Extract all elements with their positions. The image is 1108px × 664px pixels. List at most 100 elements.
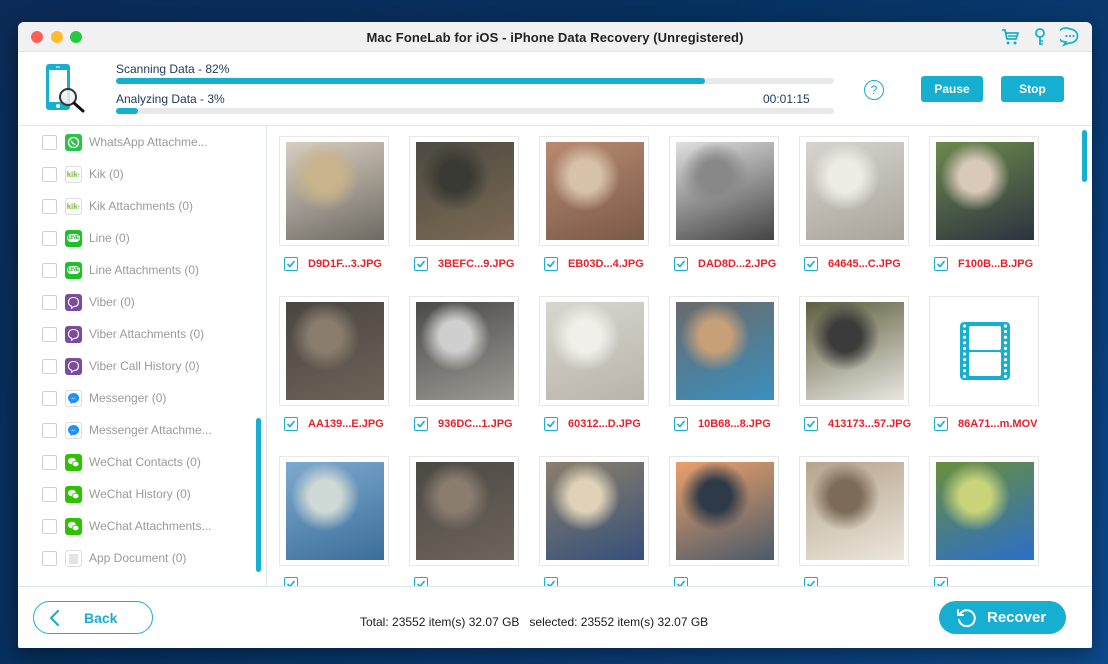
file-checkbox[interactable] bbox=[804, 257, 818, 271]
photo-thumbnail[interactable] bbox=[799, 136, 909, 246]
title-bar: Mac FoneLab for iOS - iPhone Data Recove… bbox=[18, 22, 1092, 52]
scanning-label: Scanning Data - 82% bbox=[116, 62, 230, 76]
file-checkbox[interactable] bbox=[544, 417, 558, 431]
file-checkbox[interactable] bbox=[284, 577, 298, 586]
sidebar-item[interactable]: kik· Kik (0) bbox=[42, 163, 124, 185]
stop-button[interactable]: Stop bbox=[1001, 76, 1064, 102]
sidebar-item-checkbox[interactable] bbox=[42, 326, 57, 342]
line-icon: LINE bbox=[65, 229, 82, 247]
sidebar-item-checkbox[interactable] bbox=[42, 294, 57, 310]
photo-thumbnail[interactable] bbox=[409, 136, 519, 246]
sidebar-item-checkbox[interactable] bbox=[42, 198, 57, 214]
file-item bbox=[544, 577, 568, 586]
photo-thumbnail[interactable] bbox=[279, 296, 389, 406]
wechat-icon bbox=[65, 517, 82, 535]
sidebar-item-checkbox[interactable] bbox=[42, 454, 57, 470]
sidebar-item[interactable]: WeChat History (0) bbox=[42, 483, 191, 505]
grid-scrollbar[interactable] bbox=[1082, 130, 1087, 182]
sidebar-item-checkbox[interactable] bbox=[42, 550, 57, 566]
sidebar-item-checkbox[interactable] bbox=[42, 518, 57, 534]
photo-thumbnail[interactable] bbox=[539, 296, 649, 406]
line-icon: LINE bbox=[65, 261, 82, 279]
sidebar-item[interactable]: Messenger Attachme... bbox=[42, 419, 212, 441]
photo-image bbox=[546, 302, 644, 400]
category-sidebar: WhatsApp Attachme... kik· Kik (0) kik· Kik A… bbox=[18, 126, 267, 586]
sidebar-item[interactable]: LINE Line Attachments (0) bbox=[42, 259, 199, 281]
photo-thumbnail[interactable] bbox=[799, 296, 909, 406]
photo-thumbnail[interactable] bbox=[929, 136, 1039, 246]
sidebar-item[interactable]: App Document (0) bbox=[42, 547, 186, 569]
key-icon[interactable] bbox=[1030, 27, 1050, 47]
sidebar-item-checkbox[interactable] bbox=[42, 422, 57, 438]
file-checkbox[interactable] bbox=[414, 577, 428, 586]
help-button[interactable]: ? bbox=[864, 80, 884, 100]
photo-thumbnail[interactable] bbox=[669, 136, 779, 246]
file-checkbox[interactable] bbox=[934, 257, 948, 271]
file-item: 3BEFC...9.JPG bbox=[414, 257, 514, 271]
photo-thumbnail[interactable] bbox=[929, 456, 1039, 566]
film-icon bbox=[936, 302, 1034, 400]
sidebar-item-checkbox[interactable] bbox=[42, 486, 57, 502]
messenger-icon bbox=[65, 389, 82, 407]
sidebar-item[interactable]: Viber Call History (0) bbox=[42, 355, 199, 377]
photo-thumbnail[interactable] bbox=[799, 456, 909, 566]
file-checkbox[interactable] bbox=[934, 577, 948, 586]
sidebar-item-checkbox[interactable] bbox=[42, 230, 57, 246]
photo-thumbnail[interactable] bbox=[539, 136, 649, 246]
photo-thumbnail[interactable] bbox=[409, 296, 519, 406]
file-checkbox[interactable] bbox=[414, 417, 428, 431]
photo-thumbnail[interactable] bbox=[279, 456, 389, 566]
file-checkbox[interactable] bbox=[804, 577, 818, 586]
photo-thumbnail[interactable] bbox=[669, 296, 779, 406]
chat-icon[interactable] bbox=[1060, 27, 1080, 47]
sidebar-item-checkbox[interactable] bbox=[42, 262, 57, 278]
footer-bar: Back Total: 23552 item(s) 32.07 GB selec… bbox=[18, 586, 1092, 648]
recover-button[interactable]: Recover bbox=[939, 601, 1066, 634]
file-name: F100B...B.JPG bbox=[958, 258, 1034, 270]
sidebar-item-checkbox[interactable] bbox=[42, 134, 57, 150]
checkmark-icon bbox=[676, 260, 686, 268]
file-checkbox[interactable] bbox=[674, 257, 688, 271]
file-checkbox[interactable] bbox=[544, 577, 558, 586]
sidebar-item-checkbox[interactable] bbox=[42, 390, 57, 406]
back-button[interactable]: Back bbox=[33, 601, 153, 634]
file-checkbox[interactable] bbox=[934, 417, 948, 431]
sidebar-item[interactable]: Viber Attachments (0) bbox=[42, 323, 204, 345]
sidebar-item-checkbox[interactable] bbox=[42, 166, 57, 182]
scanning-progress-bar bbox=[116, 78, 834, 84]
file-item: 64645...C.JPG bbox=[804, 257, 901, 271]
checkmark-icon bbox=[806, 260, 816, 268]
sidebar-item[interactable]: WeChat Attachments... bbox=[42, 515, 212, 537]
video-thumbnail[interactable] bbox=[929, 296, 1039, 406]
sidebar-item[interactable]: Messenger (0) bbox=[42, 387, 166, 409]
sidebar-item[interactable]: kik· Kik Attachments (0) bbox=[42, 195, 193, 217]
photo-thumbnail[interactable] bbox=[409, 456, 519, 566]
app-window: Mac FoneLab for iOS - iPhone Data Recove… bbox=[18, 22, 1092, 648]
photo-thumbnail[interactable] bbox=[669, 456, 779, 566]
sidebar-item[interactable]: WeChat Contacts (0) bbox=[42, 451, 201, 473]
sidebar-item-label: Line Attachments (0) bbox=[89, 263, 200, 277]
checkmark-icon bbox=[936, 420, 946, 428]
scan-header: Scanning Data - 82% Analyzing Data - 3% … bbox=[18, 52, 1092, 126]
file-item: D9D1F...3.JPG bbox=[284, 257, 382, 271]
photo-image bbox=[286, 302, 384, 400]
sidebar-item[interactable]: WhatsApp Attachme... bbox=[42, 131, 208, 153]
sidebar-item-checkbox[interactable] bbox=[42, 358, 57, 374]
photo-thumbnail[interactable] bbox=[539, 456, 649, 566]
file-checkbox[interactable] bbox=[804, 417, 818, 431]
photo-thumbnail[interactable] bbox=[279, 136, 389, 246]
sidebar-item[interactable]: Viber (0) bbox=[42, 291, 135, 313]
sidebar-scrollbar[interactable] bbox=[256, 418, 261, 572]
file-checkbox[interactable] bbox=[674, 417, 688, 431]
sidebar-item[interactable]: LINE Line (0) bbox=[42, 227, 130, 249]
cart-icon[interactable] bbox=[1000, 27, 1020, 47]
file-checkbox[interactable] bbox=[414, 257, 428, 271]
file-checkbox[interactable] bbox=[544, 257, 558, 271]
file-name: 64645...C.JPG bbox=[828, 258, 901, 270]
checkmark-icon bbox=[806, 420, 816, 428]
file-checkbox[interactable] bbox=[284, 417, 298, 431]
file-checkbox[interactable] bbox=[674, 577, 688, 586]
file-checkbox[interactable] bbox=[284, 257, 298, 271]
pause-button[interactable]: Pause bbox=[921, 76, 983, 102]
file-name: 60312...D.JPG bbox=[568, 418, 641, 430]
